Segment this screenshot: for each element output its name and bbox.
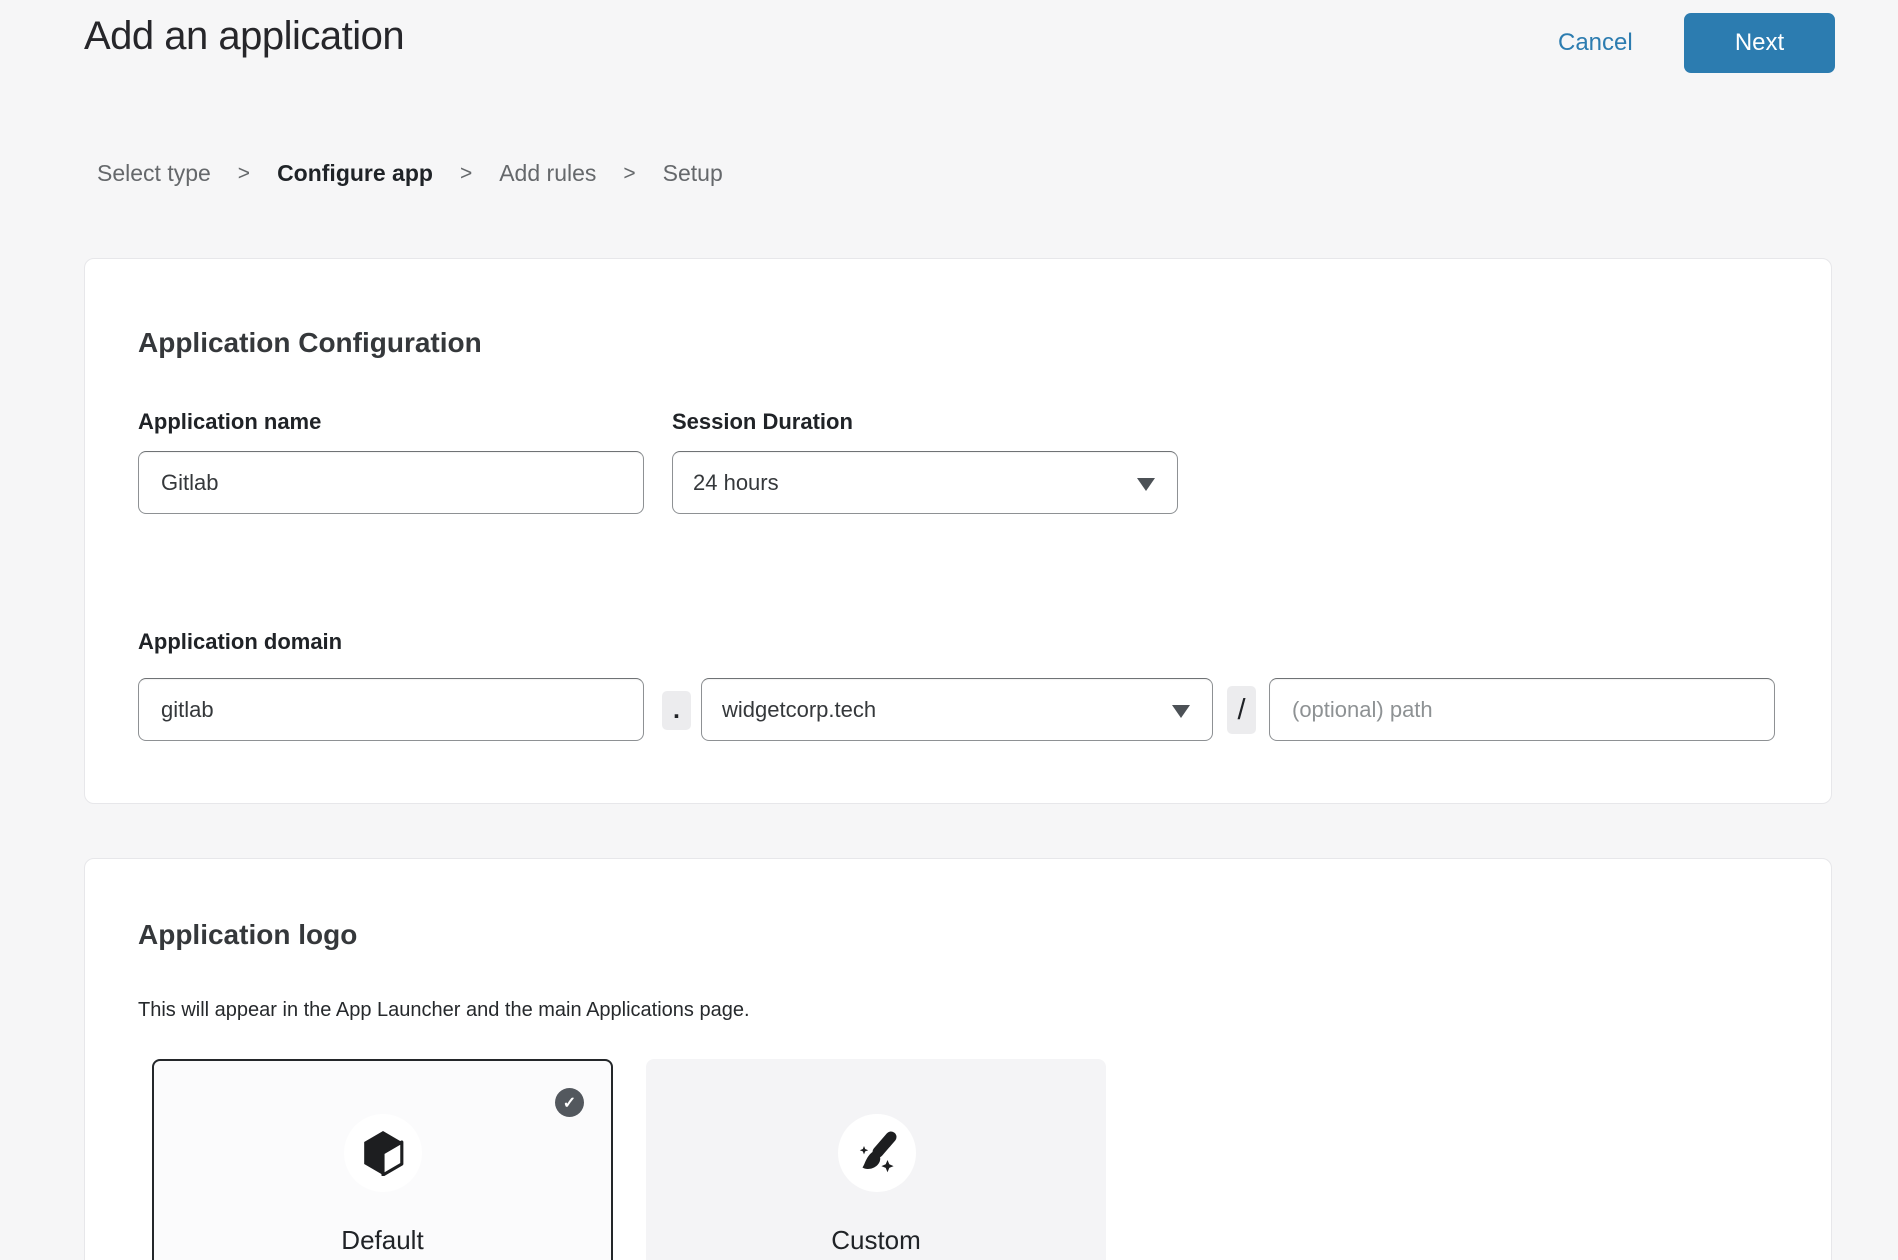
session-duration-label: Session Duration (672, 409, 853, 435)
breadcrumb-step-setup[interactable]: Setup (663, 160, 723, 187)
next-button[interactable]: Next (1684, 13, 1835, 73)
breadcrumb: Select type > Configure app > Add rules … (97, 160, 723, 187)
logo-option-custom-label: Custom (648, 1225, 1104, 1256)
chevron-down-icon (1137, 478, 1155, 491)
chevron-down-icon (1172, 705, 1190, 718)
paintbrush-icon (853, 1129, 901, 1177)
subdomain-input[interactable] (138, 678, 644, 741)
cube-icon (362, 1130, 404, 1176)
custom-logo-circle (838, 1114, 916, 1192)
add-application-page: Add an application Cancel Next Select ty… (0, 0, 1898, 1260)
breadcrumb-separator: > (623, 162, 635, 186)
domain-select-value: widgetcorp.tech (702, 697, 876, 723)
cancel-button[interactable]: Cancel (1558, 29, 1633, 57)
application-logo-title: Application logo (138, 919, 357, 951)
default-logo-circle (344, 1114, 422, 1192)
application-domain-label: Application domain (138, 629, 342, 655)
domain-slash-separator: / (1227, 686, 1256, 734)
application-logo-card: Application logo This will appear in the… (84, 858, 1832, 1260)
breadcrumb-separator: > (460, 162, 472, 186)
session-duration-value: 24 hours (673, 470, 779, 496)
breadcrumb-separator: > (238, 162, 250, 186)
application-logo-description: This will appear in the App Launcher and… (138, 999, 750, 1022)
page-title: Add an application (84, 14, 404, 59)
application-name-label: Application name (138, 409, 321, 435)
breadcrumb-step-select-type[interactable]: Select type (97, 160, 211, 187)
domain-select[interactable]: widgetcorp.tech (701, 678, 1213, 741)
logo-option-default-label: Default (154, 1225, 611, 1256)
logo-option-default[interactable]: ✓ Default (152, 1059, 613, 1260)
application-name-input[interactable] (138, 451, 644, 514)
domain-dot-separator: . (662, 691, 691, 730)
breadcrumb-step-add-rules[interactable]: Add rules (499, 160, 596, 187)
session-duration-select[interactable]: 24 hours (672, 451, 1178, 514)
application-configuration-card: Application Configuration Application na… (84, 258, 1832, 804)
path-input[interactable] (1269, 678, 1775, 741)
logo-option-custom[interactable]: Custom (646, 1059, 1106, 1260)
breadcrumb-step-configure-app[interactable]: Configure app (277, 160, 433, 187)
selected-check-icon: ✓ (555, 1088, 584, 1117)
application-configuration-title: Application Configuration (138, 327, 482, 359)
